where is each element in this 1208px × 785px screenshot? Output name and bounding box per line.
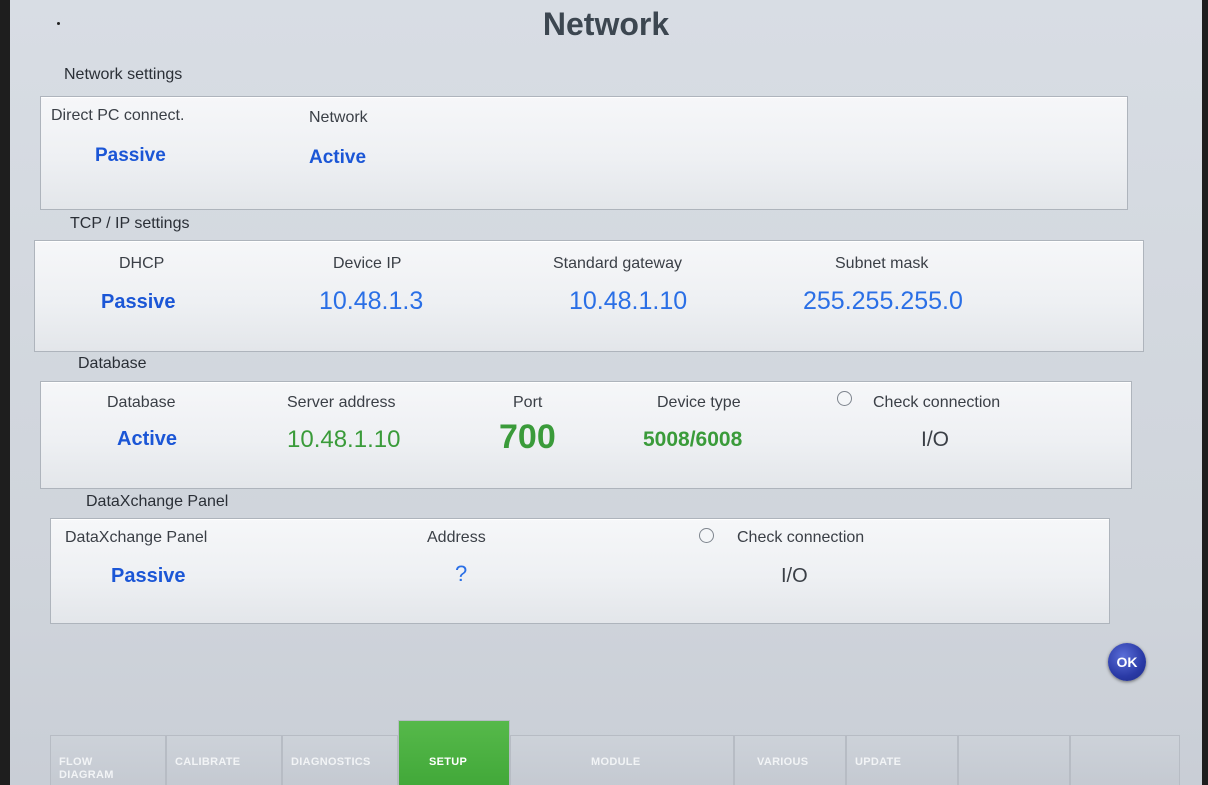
tab-label: MODULE: [591, 756, 641, 768]
address-label: Address: [427, 529, 486, 546]
check-connection-value: I/O: [921, 428, 950, 451]
port-value[interactable]: 700: [499, 418, 556, 457]
subnet-label: Subnet mask: [835, 255, 929, 272]
tab-label: VARIOUS: [757, 756, 809, 768]
direct-pc-value[interactable]: Passive: [95, 145, 166, 167]
tcpip-panel: DHCP Device IP Standard gateway Subnet m…: [34, 240, 1144, 352]
server-address-label: Server address: [287, 394, 396, 411]
tab-empty-1[interactable]: [958, 735, 1070, 785]
database-label: Database: [107, 394, 176, 411]
tab-calibrate[interactable]: CALIBRATE: [166, 735, 282, 785]
network-settings-panel: Direct PC connect. Network Passive Activ…: [40, 96, 1128, 210]
section-label-network-settings: Network settings: [64, 66, 183, 83]
dataxchange-panel: DataXchange Panel Address Check connecti…: [50, 518, 1110, 624]
database-panel: Database Server address Port Device type…: [40, 381, 1132, 489]
port-label: Port: [513, 394, 543, 411]
network-value[interactable]: Active: [309, 147, 366, 169]
dx-check-connection-value: I/O: [781, 565, 808, 587]
dhcp-label: DHCP: [119, 255, 165, 272]
tab-setup[interactable]: SETUP: [398, 720, 510, 785]
address-value[interactable]: ?: [455, 561, 467, 587]
gateway-label: Standard gateway: [553, 255, 682, 272]
server-address-value[interactable]: 10.48.1.10: [287, 426, 400, 454]
tab-diagnostics[interactable]: DIAGNOSTICS: [282, 735, 398, 785]
section-label-database: Database: [78, 355, 147, 372]
dhcp-value[interactable]: Passive: [101, 291, 176, 314]
tab-empty-2[interactable]: [1070, 735, 1180, 785]
ok-button[interactable]: OK: [1108, 643, 1146, 681]
tab-label: DIAGNOSTICS: [291, 756, 371, 768]
tab-label: CALIBRATE: [175, 756, 241, 768]
tab-update[interactable]: UPDATE: [846, 735, 958, 785]
tab-various[interactable]: VARIOUS: [734, 735, 846, 785]
database-value[interactable]: Active: [117, 428, 177, 451]
check-connection-radio[interactable]: [837, 391, 852, 406]
tab-module[interactable]: MODULE: [510, 735, 734, 785]
dataxchange-value[interactable]: Passive: [111, 565, 186, 588]
dx-check-connection-radio[interactable]: [699, 528, 714, 543]
network-label: Network: [309, 109, 368, 126]
gateway-value[interactable]: 10.48.1.10: [569, 287, 687, 316]
tab-label: SETUP: [429, 756, 468, 768]
dx-check-connection-label: Check connection: [737, 529, 865, 546]
device-ip-label: Device IP: [333, 255, 402, 272]
subnet-value[interactable]: 255.255.255.0: [803, 287, 963, 316]
check-connection-label: Check connection: [873, 394, 1001, 411]
direct-pc-label: Direct PC connect.: [51, 107, 185, 124]
network-screen: Network Network settings Direct PC conne…: [10, 0, 1202, 785]
page-title: Network: [542, 6, 670, 42]
dataxchange-label: DataXchange Panel: [65, 529, 208, 546]
tab-label: FLOW DIAGRAM: [59, 756, 114, 781]
device-type-value[interactable]: 5008/6008: [643, 428, 742, 452]
section-label-tcpip: TCP / IP settings: [70, 215, 190, 232]
device-ip-value[interactable]: 10.48.1.3: [319, 287, 423, 316]
section-label-dataxchange: DataXchange Panel: [86, 493, 229, 510]
bottom-tab-bar: FLOW DIAGRAM CALIBRATE DIAGNOSTICS SETUP…: [50, 720, 1190, 785]
tab-flow-diagram[interactable]: FLOW DIAGRAM: [50, 735, 166, 785]
device-type-label: Device type: [657, 394, 741, 411]
tab-label: UPDATE: [855, 756, 902, 768]
